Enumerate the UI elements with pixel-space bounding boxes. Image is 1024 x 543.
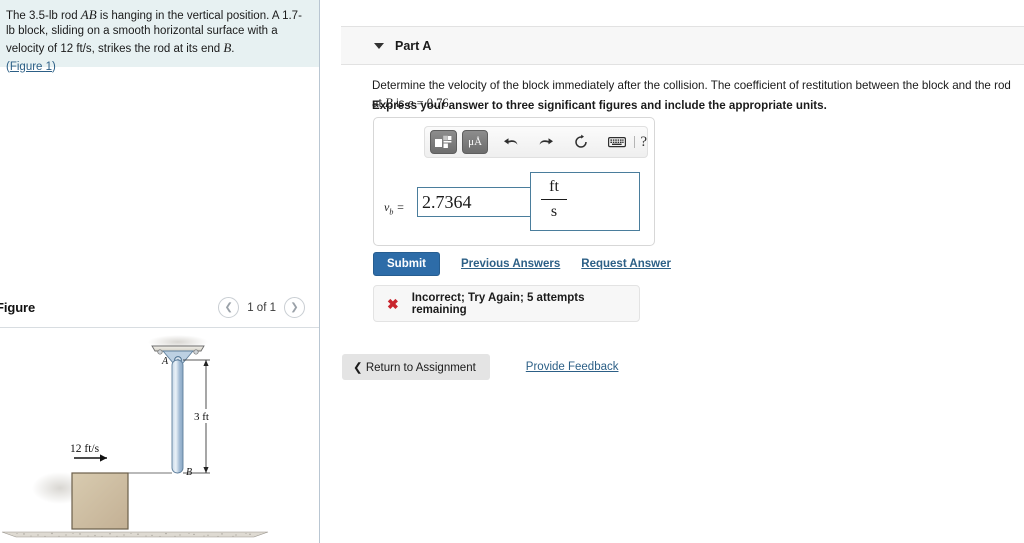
problem-text-segment-1: The 3.5-lb rod — [6, 10, 81, 22]
answer-units-field[interactable]: ft s — [530, 172, 640, 231]
feedback-text: Incorrect; Try Again; 5 attempts remaini… — [411, 291, 585, 316]
figure-pager: ❮ 1 of 1 ❯ — [218, 297, 305, 318]
answer-row: vb = ft s — [374, 170, 656, 240]
instruction-text: Express your answer to three significant… — [372, 99, 827, 112]
chevron-down-icon[interactable] — [374, 43, 384, 49]
part-a-title: Part A — [395, 39, 432, 53]
figure-dimension-label: 3 ft — [194, 411, 209, 423]
figure-reference[interactable]: (Figure 1) — [6, 61, 56, 73]
unit-numerator: ft — [549, 178, 559, 195]
template-grid-icon[interactable] — [430, 130, 457, 154]
reset-glyph — [575, 134, 588, 148]
sliding-block — [71, 472, 129, 530]
feedback-message: ✖ Incorrect; Try Again; 5 attempts remai… — [373, 285, 640, 322]
right-panel: Part A Determine the velocity of the blo… — [321, 0, 1024, 543]
return-to-assignment-button[interactable]: ❮ Return to Assignment — [342, 354, 490, 380]
answer-widget: μÅ ? vb = 2.7364 ft s — [373, 117, 655, 246]
unit-fraction-bar — [541, 199, 567, 200]
help-button[interactable]: ? — [640, 134, 647, 151]
answer-input[interactable] — [417, 187, 531, 217]
answer-toolbar: μÅ ? — [424, 126, 648, 158]
reset-circle-icon[interactable] — [569, 131, 594, 153]
return-to-assignment-label: Return to Assignment — [365, 362, 476, 374]
footer-row: ❮ Return to Assignment Provide Feedback — [342, 354, 619, 380]
figure-next-button[interactable]: ❯ — [284, 297, 305, 318]
answer-equals: = — [393, 200, 405, 214]
error-x-icon: ✖ — [387, 295, 399, 312]
template-grid-glyph — [435, 135, 452, 148]
micro-angstrom-icon[interactable]: μÅ — [461, 130, 489, 154]
dim-arrow-top — [203, 360, 209, 366]
unit-fraction: ft s — [539, 176, 569, 223]
unit-denominator: s — [550, 203, 558, 220]
keyboard-icon[interactable] — [605, 131, 630, 153]
submit-row: Submit Previous Answers Request Answer — [373, 252, 671, 276]
figure-title: Figure — [0, 300, 36, 315]
figure-paren-close: ) — [52, 60, 56, 73]
figure-prev-button[interactable]: ❮ — [218, 297, 240, 318]
problem-text-segment-3: . — [231, 43, 235, 56]
figure-velocity-label: 12 ft/s — [70, 443, 100, 455]
mount-bolt-right — [193, 349, 199, 355]
label-point-a: A — [161, 356, 169, 367]
request-answer-link[interactable]: Request Answer — [581, 258, 671, 270]
velocity-arrow-head — [100, 454, 107, 462]
dim-arrow-bottom — [203, 467, 209, 473]
physics-diagram-svg: A B 3 ft 12 ft/s — [1, 335, 269, 538]
mount-bolt-left — [157, 349, 163, 355]
left-panel: The 3.5-lb rod AB is hanging in the vert… — [0, 0, 320, 543]
undo-arrow-icon[interactable] — [498, 131, 523, 153]
part-a-header[interactable]: Part A — [341, 26, 1024, 65]
ground-surface — [1, 531, 269, 538]
submit-button[interactable]: Submit — [373, 252, 440, 276]
keyboard-glyph — [608, 137, 627, 148]
toolbar-separator — [634, 136, 636, 148]
figure-1-link[interactable]: Figure 1 — [10, 61, 52, 73]
figure-header: Figure ❮ 1 of 1 ❯ — [0, 292, 319, 328]
rod-ab — [171, 359, 184, 474]
answer-variable-label: vb = — [384, 200, 404, 216]
redo-arrow-icon[interactable] — [533, 131, 558, 153]
problem-statement-panel: The 3.5-lb rod AB is hanging in the vert… — [0, 0, 319, 73]
undo-glyph — [503, 138, 518, 145]
problem-var-ab: AB — [80, 7, 97, 22]
provide-feedback-link[interactable]: Provide Feedback — [526, 361, 619, 373]
label-point-b: B — [186, 467, 192, 478]
units-button-label: μÅ — [468, 136, 483, 148]
figure-image[interactable]: A B 3 ft 12 ft/s — [0, 330, 319, 543]
redo-glyph — [539, 138, 553, 145]
previous-answers-link[interactable]: Previous Answers — [461, 258, 560, 270]
figure-pager-label: 1 of 1 — [247, 301, 276, 314]
problem-statement-text: The 3.5-lb rod AB is hanging in the vert… — [6, 6, 309, 58]
